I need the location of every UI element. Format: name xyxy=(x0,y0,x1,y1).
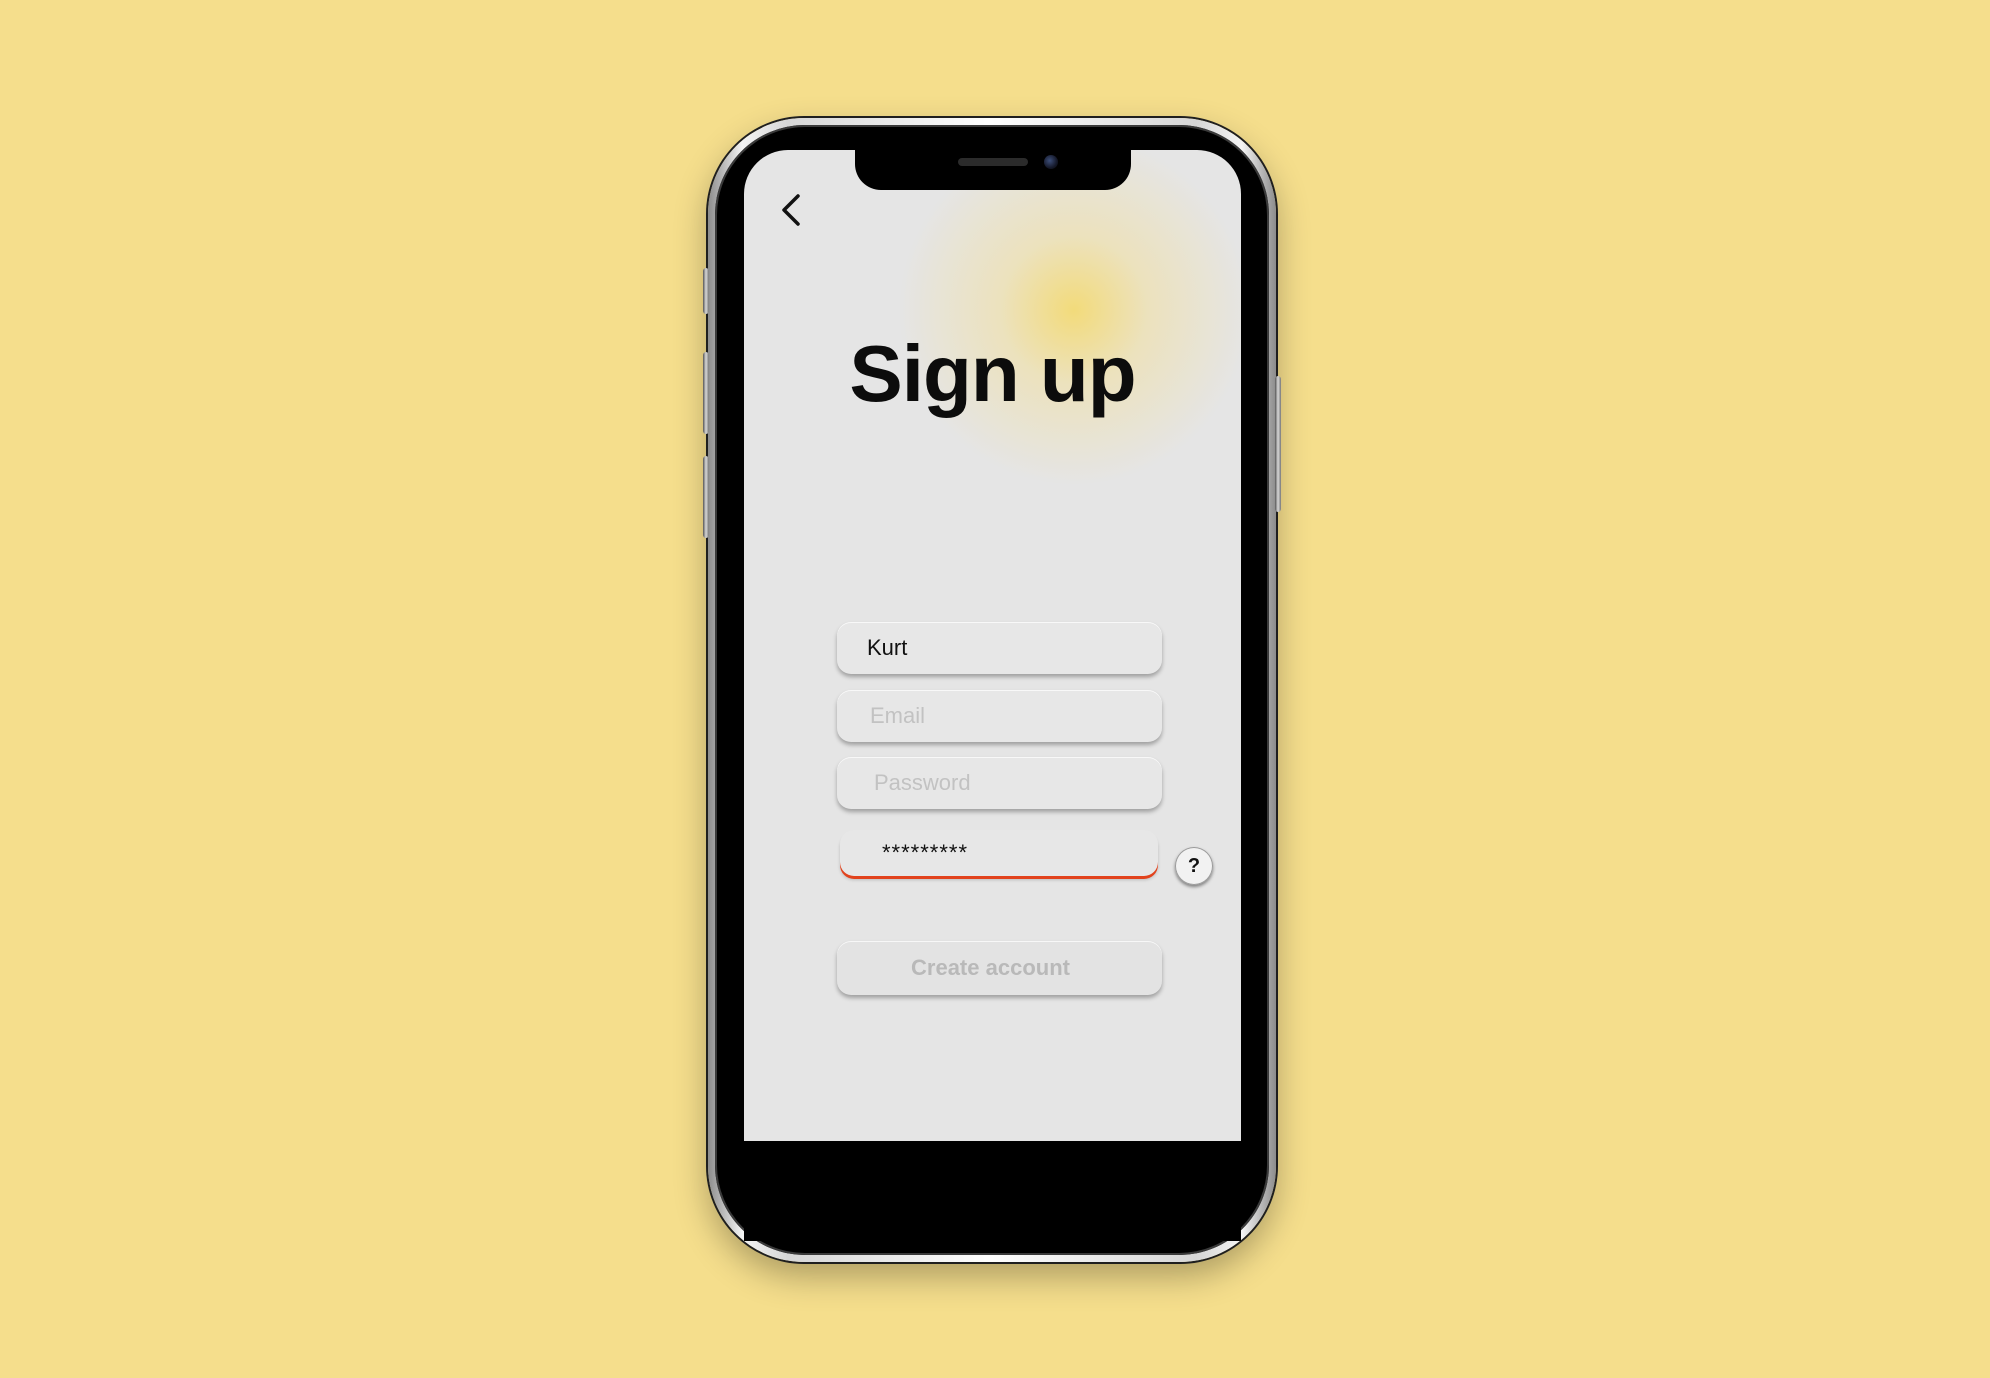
power-button xyxy=(1275,376,1281,512)
create-account-button[interactable]: Create account xyxy=(837,941,1162,995)
password-field[interactable] xyxy=(837,757,1162,809)
name-field[interactable] xyxy=(837,622,1162,674)
volume-up-button xyxy=(703,352,709,434)
chevron-left-icon xyxy=(782,194,800,226)
page-title: Sign up xyxy=(849,329,1136,418)
screen-bottom-bezel xyxy=(744,1141,1241,1241)
back-button[interactable] xyxy=(774,188,814,232)
confirm-password-field[interactable] xyxy=(840,830,1158,876)
password-input[interactable] xyxy=(837,757,1162,809)
email-input[interactable] xyxy=(837,690,1162,742)
volume-down-button xyxy=(703,456,709,538)
email-field[interactable] xyxy=(837,690,1162,742)
front-camera xyxy=(1044,155,1058,169)
confirm-password-input[interactable] xyxy=(840,830,1158,876)
mute-switch xyxy=(703,268,709,314)
app-screen: Sign up ? Create account xyxy=(744,150,1241,1141)
name-input[interactable] xyxy=(837,622,1162,674)
help-button[interactable]: ? xyxy=(1175,847,1213,885)
phone-notch xyxy=(855,148,1131,190)
speaker-grille xyxy=(958,158,1028,166)
